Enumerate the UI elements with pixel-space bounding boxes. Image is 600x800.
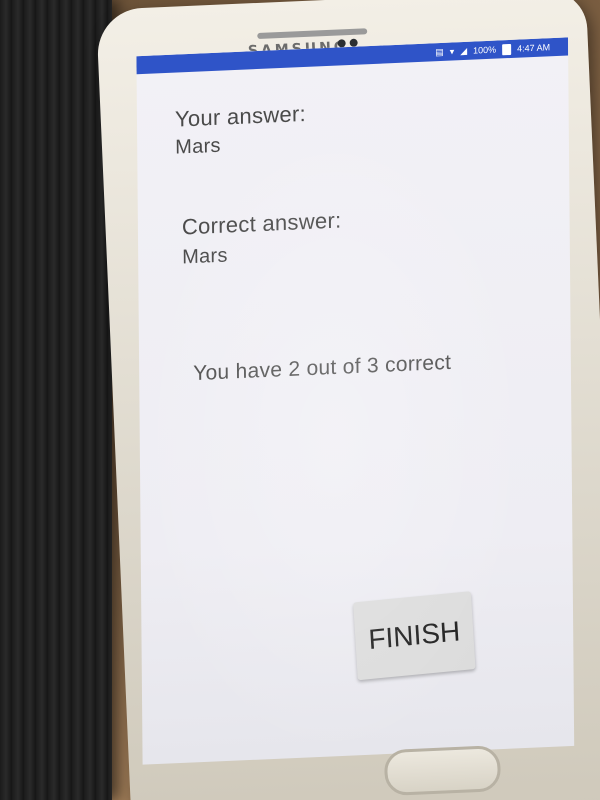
- home-button[interactable]: [383, 745, 502, 797]
- phone: SAMSUNG ▤ ▾ ◢ 100% 4:47 AM Your answer: …: [96, 0, 600, 800]
- battery-icon: [502, 43, 512, 55]
- black-notebook: [0, 0, 112, 800]
- notification-icon: ▤: [435, 46, 444, 57]
- wifi-icon: ▾: [449, 45, 455, 57]
- your-answer-value: Mars: [175, 134, 221, 159]
- your-answer-label: Your answer:: [174, 100, 307, 132]
- correct-answer-label: Correct answer:: [181, 207, 342, 240]
- status-time: 4:47 AM: [517, 41, 551, 54]
- phone-screen: ▤ ▾ ◢ 100% 4:47 AM Your answer: Mars Cor…: [136, 37, 575, 765]
- score-summary: You have 2 out of 3 correct: [193, 350, 452, 386]
- battery-percent: 100%: [473, 44, 497, 56]
- signal-icon: ◢: [460, 45, 468, 56]
- correct-answer-value: Mars: [182, 244, 228, 269]
- finish-button[interactable]: FINISH: [353, 591, 476, 681]
- earpiece-speaker: [257, 28, 368, 39]
